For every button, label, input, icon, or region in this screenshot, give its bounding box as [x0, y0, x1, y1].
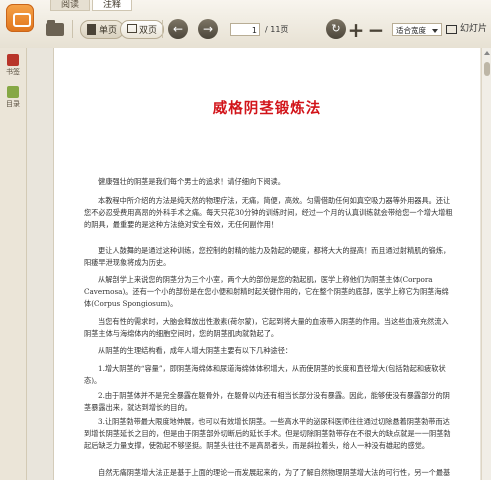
toolbar-divider [162, 20, 163, 38]
vertical-scrollbar[interactable] [481, 48, 491, 480]
zoom-out-button[interactable]: − [368, 19, 385, 41]
paragraph: 从阴茎的生理结构看，成年人增大阴茎主要有以下几种途径： [98, 346, 293, 355]
sidebar-item-bookmarks[interactable]: 书签 [4, 54, 22, 77]
bookmark-icon [7, 54, 19, 66]
tab-read[interactable]: 阅读 [50, 0, 91, 11]
page-number-input[interactable]: 1 [230, 23, 260, 36]
tab-annotate[interactable]: 注释 [92, 0, 133, 11]
mode-tabs: 阅读 注释 [50, 0, 134, 11]
double-page-label: 双页 [139, 26, 158, 36]
document-title: 威格阴茎锻炼法 [212, 101, 322, 117]
sidebar-item-toc[interactable]: 目录 [4, 86, 22, 109]
left-sidebar: 书签 目录 [0, 48, 27, 480]
paragraph: 2.由于阴茎体并不是完全暴露在躯骨外，在躯骨以内还有相当长部分没有暴露。因此，能… [84, 391, 450, 413]
sidebar-item-label: 目录 [6, 100, 20, 108]
paragraph: 1.增大阴茎的“容量”，即阴茎海绵体和尿道海绵体体积增大，从而使阴茎的长度和直径… [84, 364, 446, 386]
double-page-icon [127, 24, 137, 33]
page-total-label: / 11页 [265, 25, 289, 34]
folder-icon [46, 19, 64, 36]
paragraph: 本教程中所介绍的方法是纯天然的物理疗法，无痛，简便，高效。匀需借助任何如真空吸力… [84, 196, 453, 230]
scrollbar-thumb[interactable] [484, 62, 490, 76]
next-page-button[interactable]: → [198, 19, 218, 39]
paragraph: 更让人鼓舞的是通过这种训练，您控制的射精的能力及勃起的硬度，都将大大的提高！而且… [84, 246, 451, 268]
rotate-button[interactable]: ↻ [326, 19, 346, 39]
single-page-button[interactable]: 单页 [80, 20, 125, 39]
slideshow-button[interactable]: 幻灯片 [446, 21, 487, 38]
toolbar: 单页 双页 ← → 1 / 11页 ↻ + − 适合宽度 幻灯片 [0, 14, 491, 44]
single-page-icon [87, 24, 96, 35]
toolbar-divider [72, 20, 73, 38]
open-folder-button[interactable] [44, 18, 66, 40]
paragraph: 当您有性的需求时，大脑会释放出性激素(荷尔蒙)，它起到将大量的血液带入阴茎的作用… [84, 317, 449, 339]
sidebar-item-label: 书签 [6, 68, 20, 76]
paragraph: 3.让阴茎勃带最大限度地伸展，也可以有效增长阴茎。一些高水平的泌尿科医师往往通过… [84, 417, 451, 451]
paragraph: 自然无痛阴茎增大法正是基于上面的理论一而发展起来的，为了了解自然物理阴茎增大法的… [98, 468, 451, 477]
paragraph: 健康强壮的阴茎是我们每个男士的追求！请仔细向下阅读。 [98, 177, 285, 186]
toc-icon [7, 86, 19, 98]
fit-mode-select[interactable]: 适合宽度 [392, 23, 442, 36]
zoom-in-button[interactable]: + [348, 19, 365, 41]
scroll-up-icon[interactable] [484, 51, 490, 55]
double-page-button[interactable]: 双页 [120, 20, 165, 39]
previous-page-button[interactable]: ← [168, 19, 188, 39]
document-page: 威格阴茎锻炼法 健康强壮的阴茎是我们每个男士的追求！请仔细向下阅读。 本教程中所… [53, 48, 480, 480]
single-page-label: 单页 [99, 26, 118, 36]
top-toolbar-area: 阅读 注释 单页 双页 ← → 1 / 11页 ↻ + − 适合宽度 幻灯片 [0, 0, 491, 49]
document-viewer: 威格阴茎锻炼法 健康强壮的阴茎是我们每个男士的追求！请仔细向下阅读。 本教程中所… [27, 48, 481, 480]
paragraph: 从解剖学上来说您的阴茎分为三个小室，两个大的部份是您的勃起肌，医学上称他们为阴茎… [84, 275, 449, 309]
